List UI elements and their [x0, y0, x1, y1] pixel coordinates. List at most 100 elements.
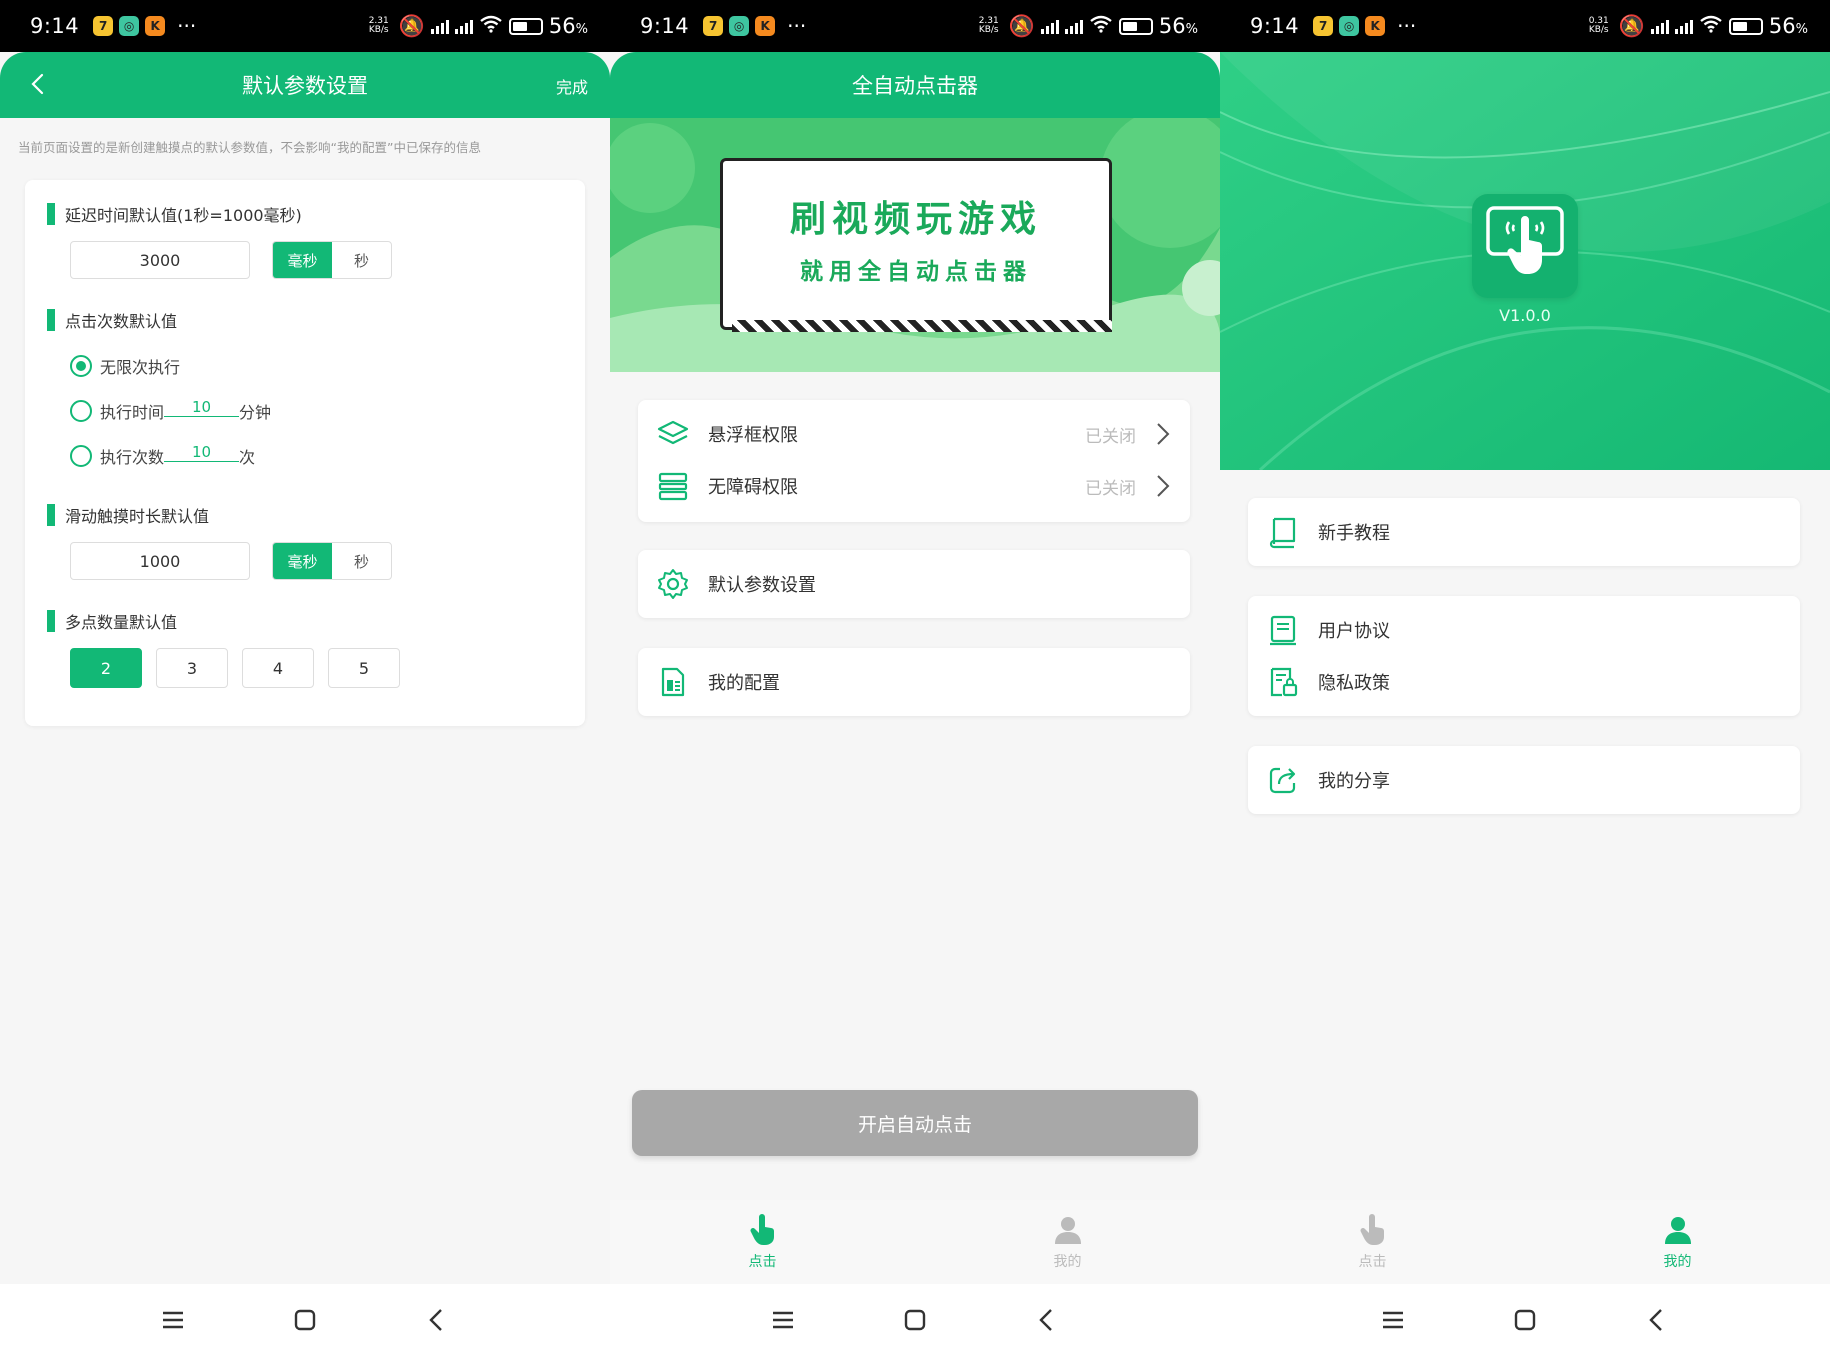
signal-icon [1040, 18, 1059, 34]
wifi-icon [1089, 14, 1113, 38]
network-speed: 0.31 KB/s [1588, 16, 1609, 35]
click-option-infinite[interactable]: 无限次执行 [70, 354, 180, 378]
signal-icon [1650, 18, 1669, 34]
home-screen: 9:14 7 ◎ K ··· 2.31 KB/s 🔕 56% 全自动点击器 刷视… [610, 0, 1220, 1356]
status-bar: 9:14 7 ◎ K ··· 2.31 KB/s 🔕 56% [610, 0, 1220, 52]
app-notification-icon: K [755, 16, 776, 36]
radio-selected-icon[interactable] [70, 355, 92, 377]
tutorial-row[interactable]: 新手教程 [1248, 506, 1800, 558]
permissions-card: 悬浮框权限 已关闭 无障碍权限 已关闭 [638, 400, 1190, 522]
accessibility-icon [658, 472, 688, 501]
duration-input[interactable]: 10 [164, 398, 240, 417]
default-params-row[interactable]: 默认参数设置 [638, 558, 1190, 610]
swipe-unit-ms[interactable]: 毫秒 [273, 543, 332, 579]
user-icon [1664, 1217, 1691, 1244]
back-icon[interactable] [421, 1304, 453, 1336]
tab-click[interactable]: 点击 [1220, 1200, 1525, 1284]
home-icon[interactable] [899, 1304, 931, 1336]
battery-icon [508, 17, 543, 35]
swipe-input[interactable]: 1000 [70, 542, 250, 580]
share-card[interactable]: 我的分享 [1248, 746, 1800, 814]
done-button[interactable]: 完成 [556, 74, 588, 98]
settings-screen: 9:14 7 ◎ K ··· 2.31 KB/s 🔕 56% 默认参数设置 完成 … [0, 0, 610, 1356]
bottom-tab-bar: 点击 我的 [1220, 1200, 1830, 1284]
banner-signboard [720, 158, 1112, 330]
back-icon[interactable] [1641, 1304, 1673, 1336]
radio-icon[interactable] [70, 400, 92, 422]
radio-icon[interactable] [70, 445, 92, 467]
settings-notice: 当前页面设置的是新创建触摸点的默认参数值，不会影响“我的配置”中已保存的信息 [18, 140, 481, 155]
banner-subline: 就用全自动点击器 [800, 259, 1032, 285]
home-icon[interactable] [1509, 1304, 1541, 1336]
float-permission-status: 已关闭 [1085, 426, 1136, 447]
multi-option-2[interactable]: 2 [70, 648, 142, 688]
status-time: 9:14 [30, 14, 80, 38]
book-icon [1269, 517, 1296, 549]
status-time: 9:14 [1250, 14, 1300, 38]
status-time: 9:14 [640, 14, 690, 38]
legal-card: 用户协议 隐私政策 [1248, 596, 1800, 716]
accessibility-permission-row[interactable]: 无障碍权限 已关闭 [638, 460, 1190, 512]
tab-mine[interactable]: 我的 [1525, 1200, 1830, 1284]
layers-icon [657, 420, 689, 445]
more-notifications-icon: ··· [177, 14, 197, 38]
delay-unit-toggle: 毫秒 秒 [272, 241, 392, 279]
swipe-section-title: 滑动触摸时长默认值 [47, 503, 209, 527]
menu-icon[interactable] [767, 1304, 799, 1336]
mute-icon: 🔕 [1008, 13, 1035, 38]
settings-header: 默认参数设置 完成 [0, 52, 610, 118]
app-notification-icon: 7 [703, 16, 724, 36]
menu-icon[interactable] [1377, 1304, 1409, 1336]
config-file-icon [661, 667, 685, 697]
profile-hero: V1.0.0 [1220, 52, 1830, 470]
tab-click[interactable]: 点击 [610, 1200, 915, 1284]
multi-option-3[interactable]: 3 [156, 648, 228, 688]
count-input[interactable]: 10 [164, 443, 240, 462]
system-nav-bar [1220, 1284, 1830, 1356]
page-title: 默认参数设置 [242, 74, 368, 98]
banner-stripe [732, 320, 1112, 332]
swipe-unit-s[interactable]: 秒 [332, 543, 391, 579]
default-params-card[interactable]: 默认参数设置 [638, 550, 1190, 618]
my-config-card[interactable]: 我的配置 [638, 648, 1190, 716]
app-notification-icon: K [145, 16, 166, 36]
signal-hd-icon [454, 18, 473, 34]
privacy-policy-row[interactable]: 隐私政策 [1248, 656, 1800, 708]
network-speed: 2.31 KB/s [368, 16, 389, 35]
user-agreement-row[interactable]: 用户协议 [1248, 604, 1800, 656]
delay-input[interactable]: 3000 [70, 241, 250, 279]
app-notification-icon: 7 [1313, 16, 1334, 36]
tab-mine[interactable]: 我的 [915, 1200, 1220, 1284]
battery-level: 56% [1158, 14, 1198, 38]
menu-icon[interactable] [157, 1304, 189, 1336]
network-speed: 2.31 KB/s [978, 16, 999, 35]
app-version: V1.0.0 [1499, 306, 1551, 325]
promo-banner[interactable]: 刷视频玩游戏 就用全自动点击器 [610, 118, 1220, 372]
delay-unit-ms[interactable]: 毫秒 [273, 242, 332, 278]
click-option-count[interactable]: 执行次数 10 次 [70, 443, 255, 468]
signal-hd-icon [1674, 18, 1693, 34]
float-permission-row[interactable]: 悬浮框权限 已关闭 [638, 408, 1190, 460]
multi-section-title: 多点数量默认值 [47, 609, 177, 633]
back-arrow-icon[interactable] [22, 68, 54, 100]
home-header: 全自动点击器 [610, 52, 1220, 118]
tutorial-card[interactable]: 新手教程 [1248, 498, 1800, 566]
multi-option-5[interactable]: 5 [328, 648, 400, 688]
gear-icon [658, 569, 688, 599]
app-logo-icon [1472, 194, 1578, 298]
back-icon[interactable] [1031, 1304, 1063, 1336]
start-auto-click-button[interactable]: 开启自动点击 [632, 1090, 1198, 1156]
system-nav-bar [610, 1284, 1220, 1356]
share-row[interactable]: 我的分享 [1248, 754, 1800, 806]
bottom-tab-bar: 点击 我的 [610, 1200, 1220, 1284]
status-bar: 9:14 7 ◎ K ··· 2.31 KB/s 🔕 56% [0, 0, 610, 52]
home-icon[interactable] [289, 1304, 321, 1336]
multi-option-4[interactable]: 4 [242, 648, 314, 688]
my-config-row[interactable]: 我的配置 [638, 656, 1190, 708]
app-notification-icon: 7 [93, 16, 114, 36]
banner-headline: 刷视频玩游戏 [789, 199, 1042, 240]
status-bar: 9:14 7 ◎ K ··· 0.31 KB/s 🔕 56% [1220, 0, 1830, 52]
battery-level: 56% [1768, 14, 1808, 38]
delay-unit-s[interactable]: 秒 [332, 242, 391, 278]
click-option-duration[interactable]: 执行时间 10 分钟 [70, 398, 271, 423]
